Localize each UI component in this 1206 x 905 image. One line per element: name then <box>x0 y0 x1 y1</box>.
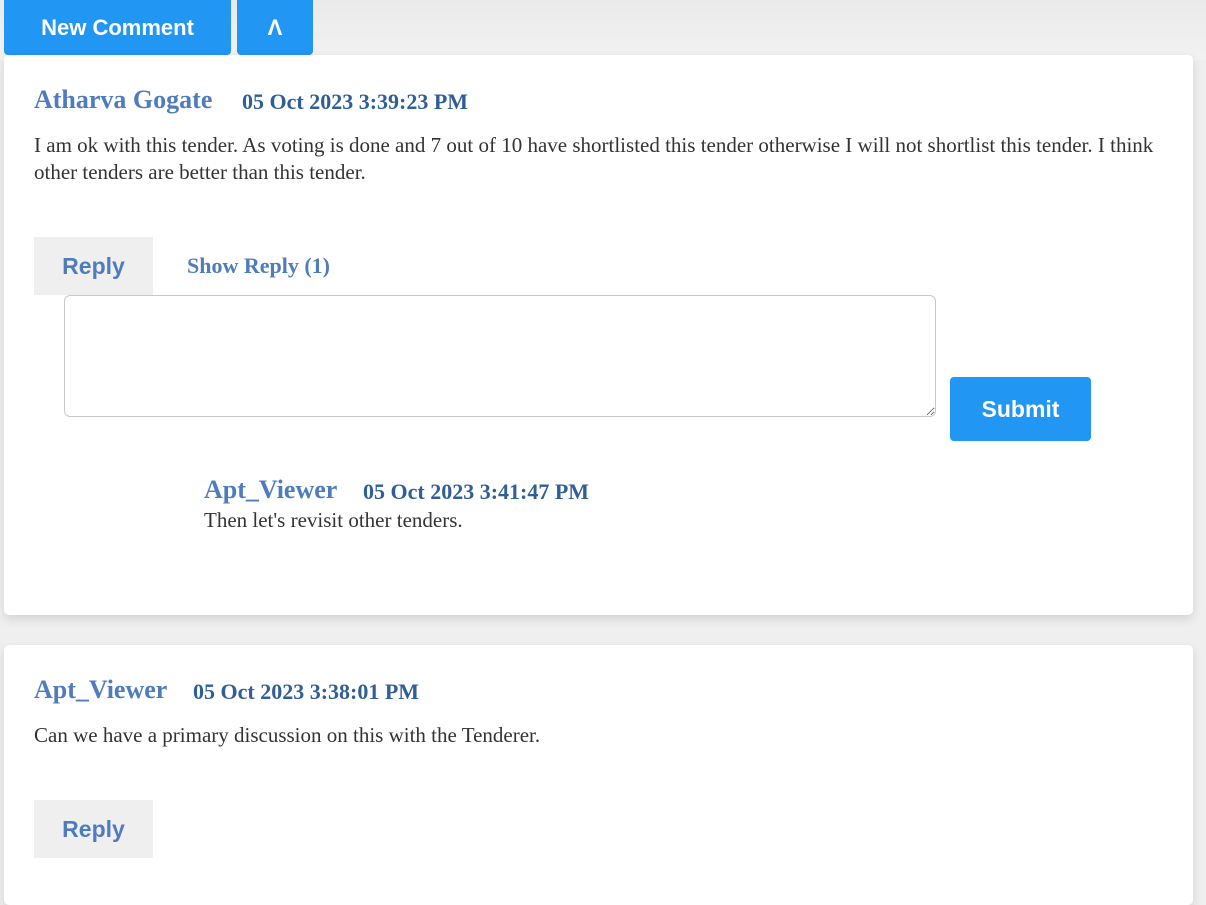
comment-card: Apt_Viewer 05 Oct 2023 3:38:01 PM Can we… <box>4 645 1193 905</box>
comment-author: Atharva Gogate <box>34 85 213 114</box>
comment-timestamp: 05 Oct 2023 3:38:01 PM <box>193 679 420 704</box>
new-comment-button[interactable]: New Comment <box>4 0 231 55</box>
show-reply-link[interactable]: Show Reply (1) <box>187 253 330 279</box>
comment-timestamp: 05 Oct 2023 3:39:23 PM <box>242 89 469 114</box>
submit-button[interactable]: Submit <box>950 377 1091 441</box>
comment-text: Can we have a primary discussion on this… <box>34 723 541 747</box>
comment-card: Atharva Gogate 05 Oct 2023 3:39:23 PM I … <box>4 55 1193 615</box>
collapse-toggle-button[interactable]: Λ <box>237 0 313 55</box>
reply-author: Apt_Viewer <box>204 475 338 504</box>
reply-timestamp: 05 Oct 2023 3:41:47 PM <box>363 479 590 504</box>
reply-text: Then let's revisit other tenders. <box>204 508 463 532</box>
comment-text: I am ok with this tender. As voting is d… <box>34 133 1154 184</box>
comment-author: Apt_Viewer <box>34 675 168 704</box>
reply-button[interactable]: Reply <box>34 800 153 858</box>
reply-button[interactable]: Reply <box>34 237 153 295</box>
reply-input[interactable] <box>64 295 936 417</box>
